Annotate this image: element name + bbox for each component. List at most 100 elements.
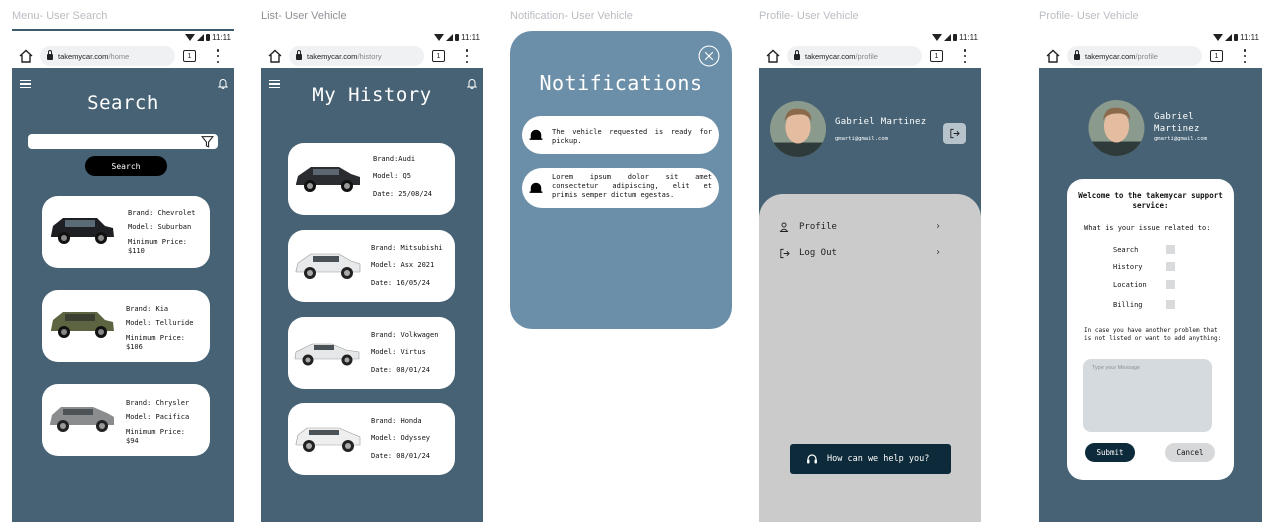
browser-bar: takemycar.com/profile 1	[759, 44, 981, 68]
battery-icon	[455, 34, 460, 41]
menu-item-label: Profile	[799, 222, 837, 232]
filter-icon[interactable]	[201, 135, 214, 148]
notifications-title: Notifications	[539, 71, 703, 95]
url-field[interactable]: takemycar.com/profile	[787, 46, 922, 66]
history-date: Date: 25/08/24	[373, 189, 433, 198]
wifi-icon	[185, 34, 196, 41]
battery-icon	[1234, 34, 1239, 41]
option-location[interactable]: Location	[1113, 280, 1175, 290]
message-placeholder: Type your Message	[1092, 365, 1140, 371]
battery-icon	[206, 34, 211, 41]
url-field[interactable]: takemycar.com/history	[289, 46, 424, 66]
screen: My History Brand:Audi Model: Q5 Date: 25…	[261, 68, 483, 522]
frame-label: Notification- User Vehicle	[510, 10, 633, 22]
url-path: /profile	[855, 51, 878, 61]
car-image	[295, 253, 361, 279]
frame-divider	[12, 29, 234, 31]
notification-text: The vehicle requested is ready for picku…	[552, 128, 712, 145]
home-icon[interactable]	[267, 48, 283, 64]
profile-email: gmarti@gmail.com	[1154, 136, 1207, 142]
notification-item[interactable]: The vehicle requested is ready for picku…	[522, 116, 719, 154]
option-checkbox[interactable]	[1166, 245, 1175, 254]
tabs-button[interactable]: 1	[183, 50, 196, 62]
user-icon	[779, 222, 789, 232]
car-image	[51, 312, 114, 338]
option-history[interactable]: History	[1113, 262, 1175, 272]
url-field[interactable]: takemycar.com/profile	[1067, 46, 1202, 66]
wifi-icon	[434, 34, 445, 41]
logout-button[interactable]	[943, 123, 966, 144]
signal-icon	[1225, 34, 1233, 41]
option-search[interactable]: Search	[1113, 245, 1175, 255]
signal-icon	[446, 34, 454, 41]
more-icon[interactable]	[216, 49, 220, 63]
menu-icon[interactable]	[20, 80, 31, 88]
logout-icon	[950, 128, 960, 139]
help-button[interactable]: How can we help you?	[790, 444, 951, 474]
car-price-label: Minimum Price:	[128, 237, 188, 246]
car-card[interactable]: Brand: Chevrolet Model: Suburban Minimum…	[42, 196, 210, 268]
frame-history: List- User Vehicle 11:11 takemycar.com/h…	[261, 0, 483, 522]
history-brand: Brand: Volkwagen	[371, 331, 439, 339]
car-image	[295, 427, 361, 452]
signal-icon	[944, 34, 952, 41]
option-checkbox[interactable]	[1166, 280, 1175, 289]
more-icon[interactable]	[963, 49, 967, 63]
support-question: What is your issue related to:	[1084, 224, 1211, 232]
car-card[interactable]: Brand: Chrysler Model: Pacifica Minimum …	[42, 384, 210, 456]
history-item[interactable]: Brand: Honda Model: Odyssey Date: 08/01/…	[288, 403, 455, 475]
status-time: 11:11	[461, 33, 480, 42]
search-button[interactable]: Search	[85, 156, 167, 176]
menu-item-logout[interactable]: Log Out ›	[779, 247, 941, 261]
more-icon[interactable]	[1243, 49, 1247, 63]
url-host: takemycar.com	[805, 51, 856, 61]
url-path: /profile	[1135, 51, 1158, 61]
car-card[interactable]: Brand: Kia Model: Telluride Minimum Pric…	[42, 290, 210, 362]
history-brand: Brand: Mitsubishi	[371, 244, 443, 252]
car-image	[296, 167, 360, 192]
car-model: Model: Suburban	[128, 223, 192, 232]
history-item[interactable]: Brand:Audi Model: Q5 Date: 25/08/24	[288, 143, 455, 215]
menu-item-profile[interactable]: Profile ›	[779, 221, 941, 235]
car-model: Model: Telluride	[126, 319, 194, 328]
url-field[interactable]: takemycar.com/home	[40, 46, 175, 66]
bell-icon	[529, 129, 543, 140]
option-billing[interactable]: Billing	[1113, 300, 1175, 310]
frame-notifications: Notification- User Vehicle Notifications…	[510, 0, 732, 522]
car-price: $110	[128, 247, 145, 256]
status-time: 11:11	[1240, 33, 1259, 42]
submit-button[interactable]: Submit	[1085, 443, 1135, 462]
home-icon[interactable]	[765, 48, 781, 64]
notification-item[interactable]: Lorem ipsum dolor sit amet consectetur a…	[522, 168, 719, 208]
lock-icon	[794, 50, 800, 60]
avatar	[1088, 99, 1145, 157]
frame-label: Profile- User Vehicle	[759, 10, 859, 22]
option-label: Location	[1113, 281, 1147, 289]
message-textarea[interactable]: Type your Message	[1083, 359, 1212, 432]
url-path: /home	[108, 51, 130, 61]
bell-icon[interactable]	[218, 77, 228, 89]
car-image	[294, 343, 360, 366]
close-icon[interactable]	[698, 45, 720, 67]
history-item[interactable]: Brand: Volkwagen Model: Virtus Date: 08/…	[288, 317, 455, 389]
tabs-button[interactable]: 1	[930, 50, 943, 62]
frame-label: List- User Vehicle	[261, 10, 347, 22]
page-title: Search	[87, 92, 159, 114]
home-icon[interactable]	[1045, 48, 1061, 64]
car-brand: Brand: Chevrolet	[128, 209, 196, 217]
history-item[interactable]: Brand: Mitsubishi Model: Asx 2021 Date: …	[288, 230, 455, 302]
tabs-button[interactable]: 1	[1210, 50, 1223, 62]
option-label: Billing	[1113, 301, 1143, 309]
option-checkbox[interactable]	[1166, 262, 1175, 271]
headset-icon	[807, 454, 817, 464]
cancel-button[interactable]: Cancel	[1165, 443, 1215, 462]
status-time: 11:11	[959, 33, 978, 42]
home-icon[interactable]	[18, 48, 34, 64]
search-input[interactable]	[28, 134, 218, 149]
url-host: takemycar.com	[1085, 51, 1136, 61]
more-icon[interactable]	[465, 49, 469, 63]
frame-search: Menu- User Search 11:11 takemycar.com/ho…	[12, 0, 234, 522]
history-date: Date: 08/01/24	[371, 451, 431, 460]
tabs-button[interactable]: 1	[432, 50, 445, 62]
option-checkbox[interactable]	[1166, 300, 1175, 309]
